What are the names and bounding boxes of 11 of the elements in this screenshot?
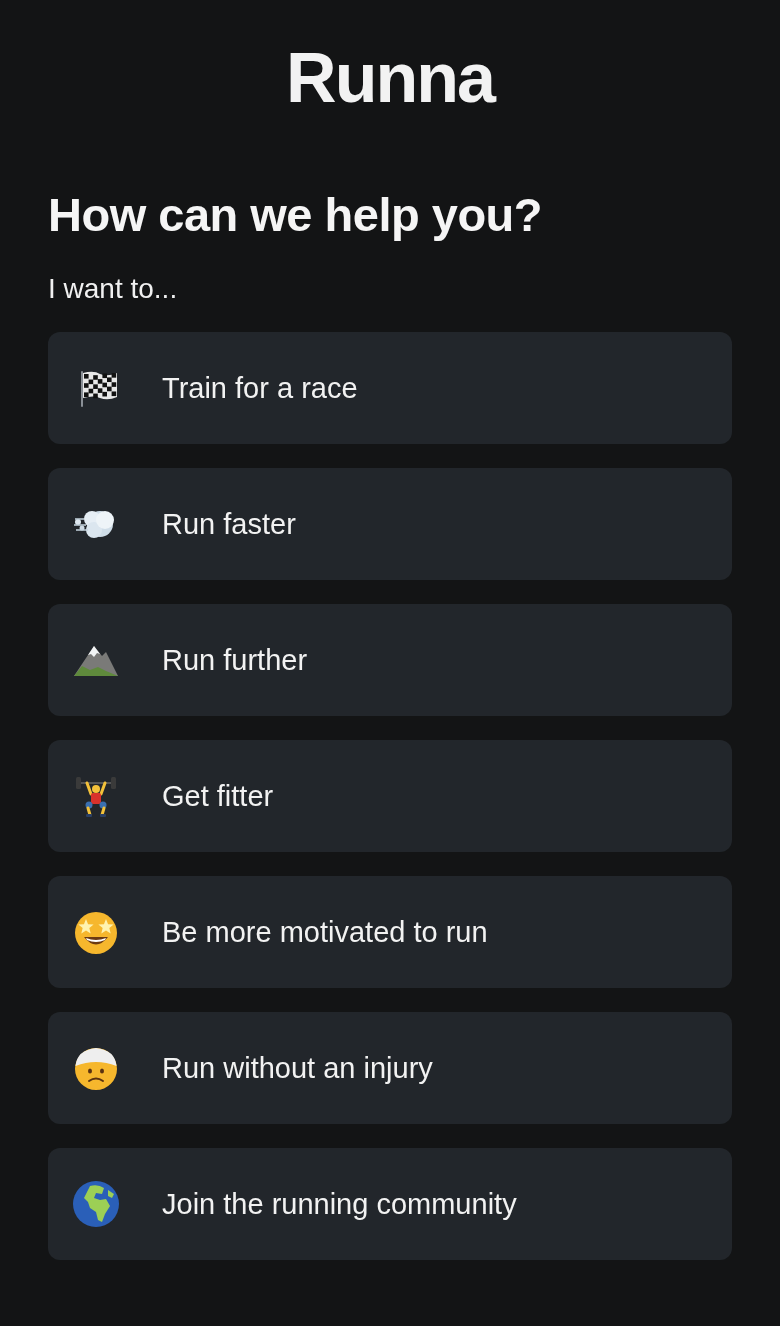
goal-option[interactable]: Join the running community — [48, 1148, 732, 1260]
goal-option[interactable]: Be more motivated to run — [48, 876, 732, 988]
goal-option[interactable]: Get fitter — [48, 740, 732, 852]
page-heading: How can we help you? — [48, 187, 543, 243]
runna-logo: Runna — [286, 38, 494, 119]
goal-option[interactable]: Run faster — [48, 468, 732, 580]
prompt-text: I want to... — [48, 272, 179, 306]
globe-icon — [72, 1180, 120, 1228]
goal-option[interactable]: Run without an injury — [48, 1012, 732, 1124]
goal-option[interactable]: Train for a race — [48, 332, 732, 444]
goal-option[interactable]: Run further — [48, 604, 732, 716]
